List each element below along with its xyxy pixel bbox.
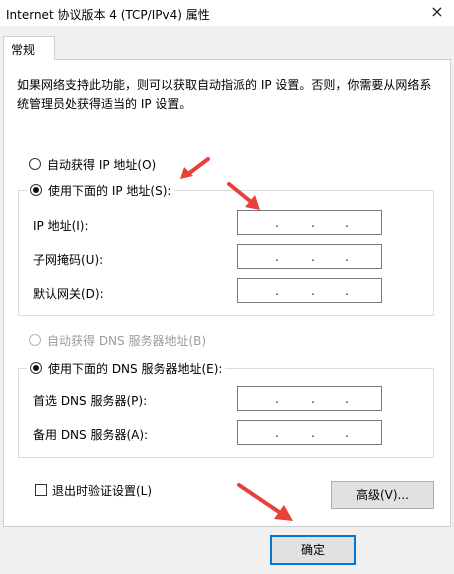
auto-dns-label: 自动获得 DNS 服务器地址(B) [47, 333, 207, 348]
red-arrow-icon [227, 182, 260, 210]
alternate-dns-label: 备用 DNS 服务器(A): [33, 428, 149, 442]
alternate-dns-input[interactable]: ... [237, 420, 382, 445]
tab-general[interactable]: 常规 [3, 36, 55, 60]
close-button[interactable]: × [420, 0, 454, 26]
auto-ip-radio[interactable] [29, 158, 41, 170]
validate-on-exit-label[interactable]: 退出时验证设置(L) [52, 482, 152, 499]
tab-general-label: 常规 [11, 43, 36, 57]
default-gateway-label: 默认网关(D): [33, 287, 104, 301]
ip-address-input[interactable]: ... [237, 210, 382, 235]
ok-button[interactable]: 确定 [270, 535, 356, 565]
manual-dns-option[interactable]: 使用下面的 DNS 服务器地址(E): [27, 359, 226, 377]
subnet-mask-label: 子网掩码(U): [33, 253, 104, 267]
ip-address-label: IP 地址(I): [33, 219, 89, 233]
manual-dns-radio[interactable] [30, 362, 42, 374]
window-title: Internet 协议版本 4 (TCP/IPv4) 属性 [6, 8, 210, 22]
subnet-mask-input[interactable]: ... [237, 244, 382, 269]
intro-text: 如果网络支持此功能，则可以获取自动指派的 IP 设置。否则，你需要从网络系统管理… [17, 78, 432, 111]
auto-ip-option[interactable]: 自动获得 IP 地址(O) [29, 155, 156, 173]
red-arrow-icon [180, 157, 210, 179]
red-arrow-icon [237, 483, 293, 521]
preferred-dns-input[interactable]: ... [237, 386, 382, 411]
auto-dns-radio [29, 334, 41, 346]
title-bar: Internet 协议版本 4 (TCP/IPv4) 属性 × [0, 0, 454, 26]
default-gateway-input[interactable]: ... [237, 278, 382, 303]
manual-dns-label: 使用下面的 DNS 服务器地址(E): [48, 361, 223, 376]
manual-ip-label: 使用下面的 IP 地址(S): [48, 183, 172, 198]
manual-ip-option[interactable]: 使用下面的 IP 地址(S): [27, 181, 175, 199]
manual-ip-radio[interactable] [30, 184, 42, 196]
advanced-button[interactable]: 高级(V)... [331, 481, 434, 509]
auto-dns-option: 自动获得 DNS 服务器地址(B) [29, 331, 206, 349]
validate-on-exit-checkbox[interactable] [35, 484, 47, 496]
preferred-dns-label: 首选 DNS 服务器(P): [33, 394, 148, 408]
auto-ip-label: 自动获得 IP 地址(O) [47, 157, 157, 172]
